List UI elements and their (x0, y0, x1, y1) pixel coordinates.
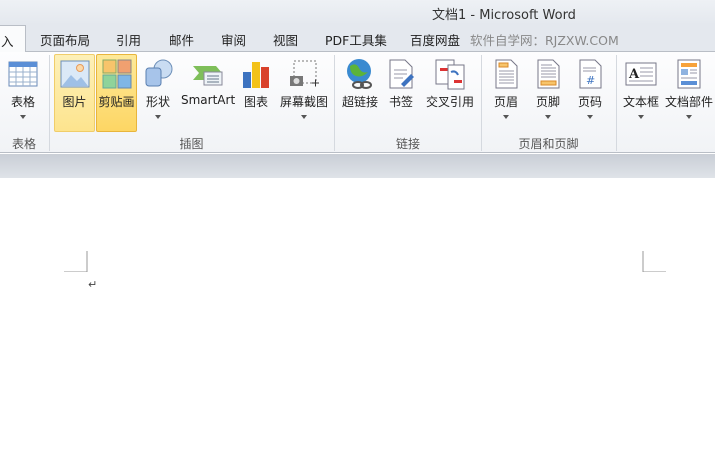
header-button[interactable]: 页眉 (489, 54, 523, 132)
dropdown-arrow-icon (301, 115, 307, 119)
dropdown-arrow-icon (503, 115, 509, 119)
tab-mailings[interactable]: 邮件 (169, 30, 194, 49)
clipart-icon (101, 58, 133, 90)
dropdown-arrow-icon (545, 115, 551, 119)
tab-references[interactable]: 引用 (116, 30, 141, 49)
svg-text:A: A (628, 67, 640, 82)
clipart-button[interactable]: 剪贴画 (96, 54, 137, 132)
text-box-icon: A (625, 58, 657, 90)
group-label-table: 表格 (11, 137, 36, 151)
cross-reference-icon (434, 58, 466, 90)
shapes-button[interactable]: 形状 (140, 54, 176, 132)
dropdown-arrow-icon (587, 115, 593, 119)
picture-icon (59, 58, 91, 90)
dropdown-arrow-icon (155, 115, 161, 119)
dropdown-arrow-icon (638, 115, 644, 119)
ribbon: 表格 表格 图片 剪贴画 形状 SmartArt 图表 屏幕截图 插图 超链接 … (0, 52, 715, 153)
cross-reference-button[interactable]: 交叉引用 (422, 54, 478, 132)
shapes-icon (142, 58, 174, 90)
quick-parts-button[interactable]: 文档部件 (664, 54, 714, 132)
footer-button[interactable]: 页脚 (531, 54, 565, 132)
chart-icon (240, 58, 272, 90)
tab-review[interactable]: 审阅 (221, 30, 246, 49)
hyperlink-button[interactable]: 超链接 (340, 54, 380, 132)
header-icon (490, 58, 522, 90)
smartart-icon (192, 58, 224, 90)
tab-baidu-netdisk[interactable]: 百度网盘 (410, 30, 460, 49)
tab-insert[interactable]: 入 (0, 25, 26, 53)
window-title: 文档1 - Microsoft Word (432, 8, 576, 23)
table-button[interactable]: 表格 (2, 54, 44, 132)
ribbon-tabs: 入 页面布局 引用 邮件 审阅 视图 PDF工具集 百度网盘 软件自学网：RJZ… (0, 25, 715, 53)
watermark-text: 软件自学网：RJZXW.COM (470, 33, 619, 48)
group-label-links: 链接 (395, 137, 420, 151)
page-number-icon: # (574, 58, 606, 90)
ruler-band (0, 154, 715, 178)
title-bar: 文档1 - Microsoft Word (0, 0, 715, 25)
chart-button[interactable]: 图表 (238, 54, 274, 132)
table-icon (7, 58, 39, 90)
screenshot-icon (288, 58, 320, 90)
footer-icon (532, 58, 564, 90)
smartart-button[interactable]: SmartArt (180, 54, 235, 132)
screenshot-button[interactable]: 屏幕截图 (278, 54, 330, 132)
bookmark-button[interactable]: 书签 (384, 54, 418, 132)
page-number-button[interactable]: # 页码 (573, 54, 607, 132)
quick-parts-icon (673, 58, 705, 90)
margin-corner-right (642, 251, 666, 272)
text-box-button[interactable]: A 文本框 (621, 54, 661, 132)
dropdown-arrow-icon (686, 115, 692, 119)
bookmark-icon (385, 58, 417, 90)
tab-pdf-tools[interactable]: PDF工具集 (325, 30, 387, 49)
picture-button[interactable]: 图片 (54, 54, 95, 132)
margin-corner-left (64, 251, 88, 272)
dropdown-arrow-icon (20, 115, 26, 119)
group-label-header-footer: 页眉和页脚 (518, 137, 579, 151)
group-label-illustrations: 插图 (179, 137, 204, 151)
svg-text:#: # (586, 74, 595, 87)
document-page[interactable]: ↵ (0, 178, 715, 466)
tab-view[interactable]: 视图 (273, 30, 298, 49)
tab-page-layout[interactable]: 页面布局 (40, 30, 90, 49)
hyperlink-globe-icon (344, 58, 376, 90)
paragraph-mark: ↵ (88, 278, 98, 291)
